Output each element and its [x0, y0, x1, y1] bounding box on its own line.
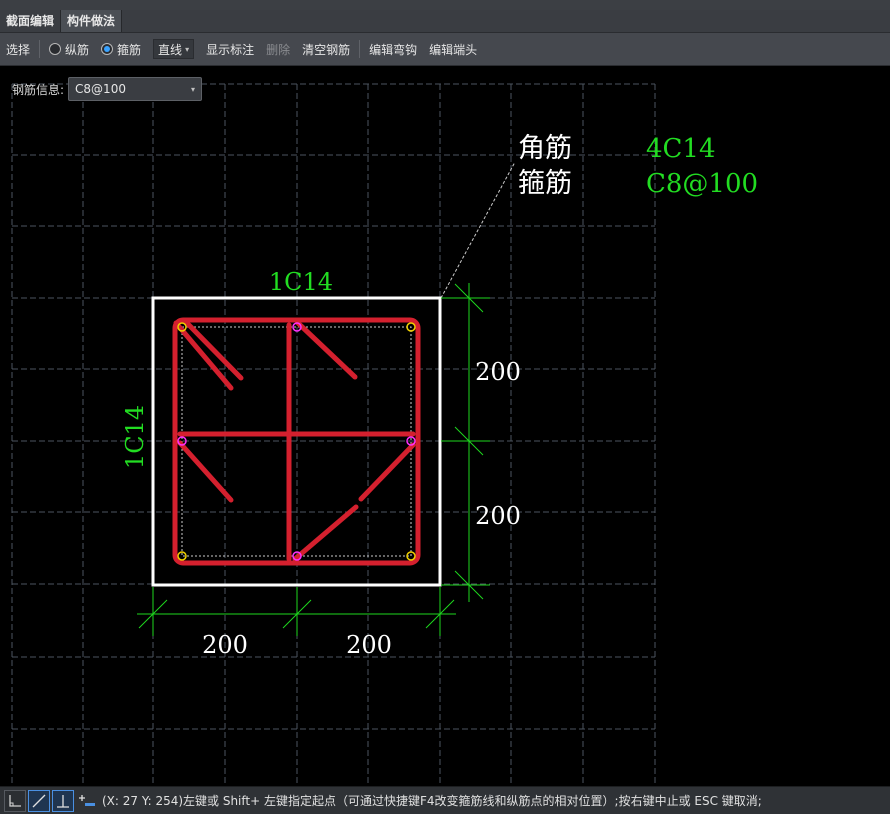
- toolbar: 选择 纵筋 箍筋 直线 ▾ 显示标注 删除 清空钢筋 编辑弯钩 编辑端头: [0, 32, 890, 66]
- edit-hook-button[interactable]: 编辑弯钩: [363, 32, 423, 66]
- hook-mid-left[interactable]: [177, 440, 234, 503]
- dim-text-bottom-right: 200: [346, 631, 392, 659]
- add-point-icon[interactable]: [76, 790, 98, 812]
- longitudinal-radio[interactable]: 纵筋: [43, 32, 95, 66]
- chevron-down-icon: ▾: [191, 84, 196, 94]
- select-label: 选择: [6, 42, 31, 57]
- longitudinal-label: 纵筋: [65, 42, 90, 57]
- clear-rebar-label: 清空钢筋: [302, 42, 351, 57]
- status-text: (X: 27 Y: 254)左键或 Shift+ 左键指定起点（可通过快捷键F4…: [102, 794, 762, 808]
- tab-bar: 截面编辑 构件做法: [0, 10, 890, 32]
- dim-text-right-upper: 200: [475, 358, 521, 386]
- line-mode-select[interactable]: 直线 ▾: [153, 39, 195, 59]
- edit-hook-label: 编辑弯钩: [369, 42, 418, 57]
- hook-top-mid[interactable]: [295, 320, 358, 380]
- clear-rebar-button[interactable]: 清空钢筋: [296, 32, 356, 66]
- radio-icon: [49, 43, 62, 55]
- stirrup-radio[interactable]: 箍筋: [95, 32, 147, 66]
- chevron-down-icon: ▾: [185, 44, 190, 54]
- toolbar-divider: [39, 40, 41, 58]
- rebar-info-label: 钢筋信息:: [12, 82, 65, 97]
- perpendicular-icon[interactable]: [52, 789, 74, 812]
- top-strip: [0, 0, 890, 10]
- edit-end-button[interactable]: 编辑端头: [423, 32, 483, 66]
- dim-text-right-lower: 200: [475, 502, 521, 530]
- status-bar: (X: 27 Y: 254)左键或 Shift+ 左键指定起点（可通过快捷键F4…: [0, 786, 890, 814]
- right-dimension: [441, 283, 490, 602]
- line-draw-icon[interactable]: [28, 789, 50, 812]
- stirrup-value-text: C8@100: [646, 169, 758, 199]
- orthogonal-mode-icon[interactable]: [4, 789, 26, 812]
- line-mode-dropdown[interactable]: 直线 ▾: [147, 32, 200, 66]
- select-button[interactable]: 选择: [0, 32, 36, 66]
- diagonal-tie-lower[interactable]: [292, 504, 359, 562]
- stirrup-label-text: 箍筋: [518, 168, 572, 199]
- leader-line: [440, 161, 516, 299]
- dim-text-bottom-left: 200: [202, 631, 248, 659]
- rebar-info-select[interactable]: C8@100 ▾: [68, 77, 203, 101]
- show-dims-button[interactable]: 显示标注: [200, 32, 260, 66]
- bottom-dimension: [137, 587, 456, 636]
- corner-rebar-value: 4C14: [646, 134, 716, 164]
- hook-top-left-1[interactable]: [173, 320, 234, 391]
- delete-label: 删除: [266, 42, 291, 57]
- edit-end-label: 编辑端头: [429, 42, 478, 57]
- delete-button[interactable]: 删除: [260, 32, 296, 66]
- diagonal-tie-upper[interactable]: [358, 442, 416, 502]
- radio-selected-icon: [101, 43, 114, 55]
- tab-component-method[interactable]: 构件做法: [61, 10, 123, 32]
- left-rebar-label: 1C14: [121, 405, 149, 469]
- drawing-canvas[interactable]: 1C14 1C14 200 200 200 200 角筋 4C14 箍筋 C8@…: [0, 67, 890, 784]
- stirrup-label: 箍筋: [117, 42, 142, 57]
- section-drawing[interactable]: 1C14 1C14 200 200 200 200 角筋 4C14 箍筋 C8@…: [0, 67, 890, 784]
- line-mode-label: 直线: [158, 42, 183, 57]
- show-dims-label: 显示标注: [206, 42, 255, 57]
- tab-section-edit[interactable]: 截面编辑: [0, 10, 62, 32]
- top-rebar-label: 1C14: [269, 268, 333, 296]
- corner-rebar-label: 角筋: [518, 133, 572, 164]
- rebar-info-value: C8@100: [75, 82, 126, 96]
- rebar-info: 钢筋信息: C8@100 ▾: [12, 77, 203, 101]
- toolbar-divider: [359, 40, 361, 58]
